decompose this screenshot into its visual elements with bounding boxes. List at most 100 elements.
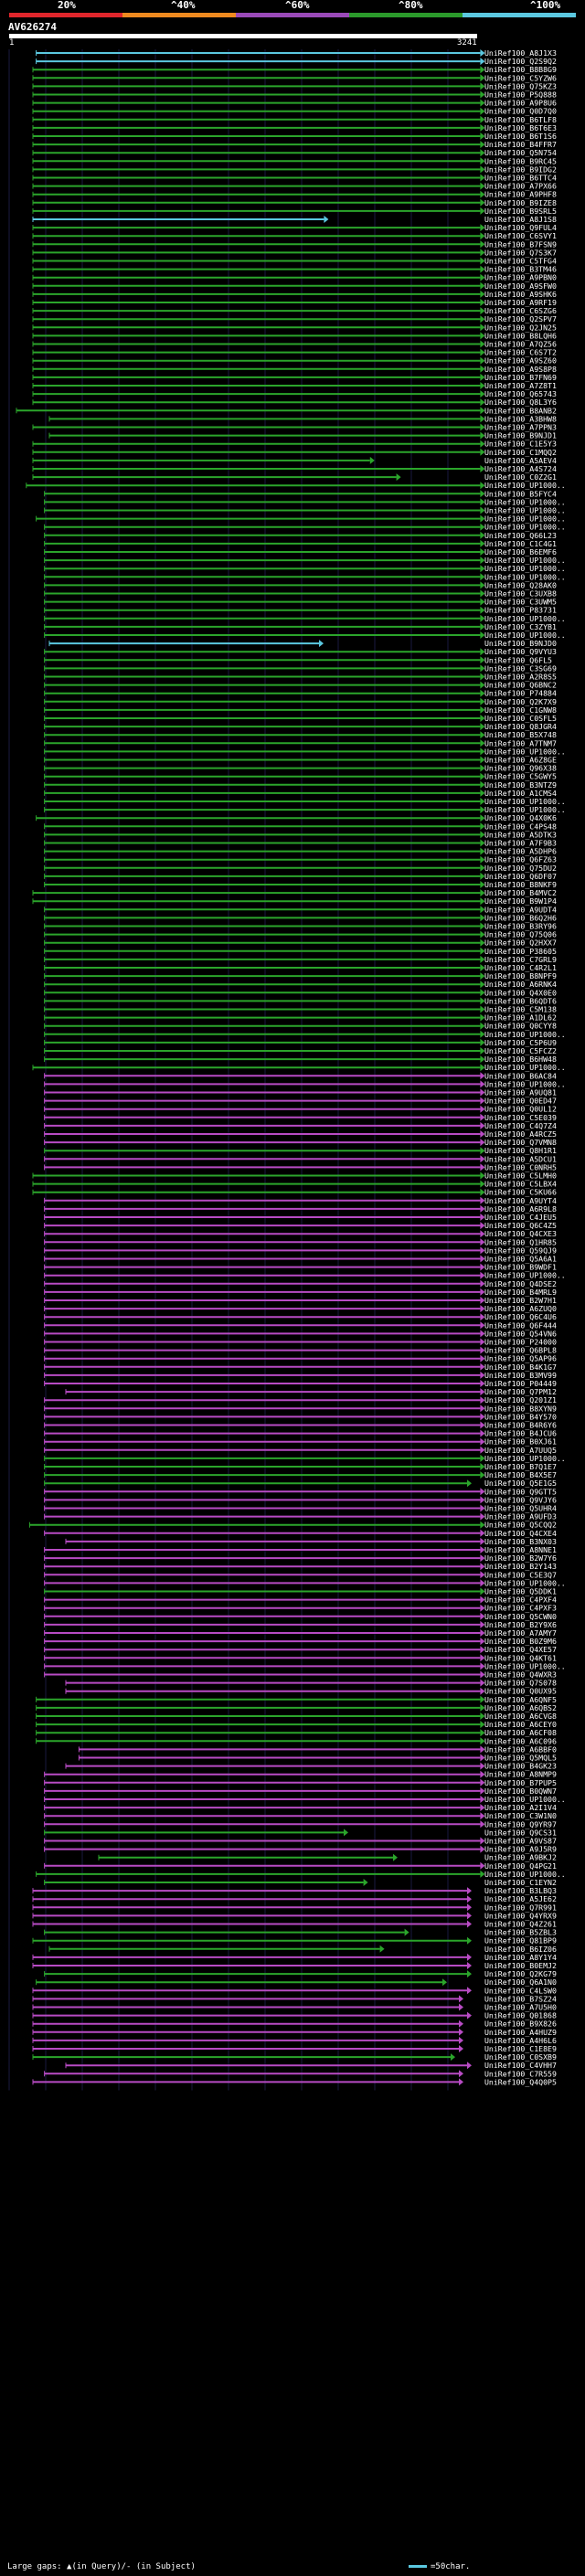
hit-row[interactable]: UniRef100_C4VHH7 [65, 2061, 557, 2070]
hit-row[interactable]: UniRef100_C4JEU5 [44, 1213, 557, 1222]
hit-row[interactable]: UniRef100_B9IDG2 [32, 164, 557, 174]
hit-row[interactable]: UniRef100_C5TFG4 [32, 257, 557, 266]
hit-row[interactable]: UniRef100_Q9GTT5 [44, 1487, 557, 1496]
hit-row[interactable]: UniRef100_B5X748 [44, 730, 557, 739]
hit-row[interactable]: UniRef100_Q6FZ63 [44, 855, 557, 864]
hit-row[interactable]: UniRef100_B4R6Y6 [44, 1421, 557, 1430]
hit-row[interactable]: UniRef100_B3TM46 [32, 265, 557, 274]
hit-row[interactable]: UniRef100_Q201Z1 [44, 1395, 557, 1405]
hit-row[interactable]: UniRef100_Q2S9Q2 [36, 57, 557, 66]
hit-row[interactable]: UniRef100_Q2K7X9 [44, 697, 557, 706]
hit-row[interactable]: UniRef100_A7UUQ5 [44, 1446, 557, 1455]
hit-row[interactable]: UniRef100_Q8L3Y6 [32, 398, 557, 407]
hit-row[interactable]: UniRef100_B6TTC4 [32, 174, 557, 183]
hit-row[interactable]: UniRef100_B6T1S6 [32, 132, 557, 141]
hit-row[interactable]: UniRef100_Q6A1N0 [36, 1977, 557, 1987]
hit-label[interactable]: UniRef100_Q4Q0P5 [484, 2077, 557, 2086]
hit-row[interactable]: UniRef100_C4R2L1 [44, 963, 557, 972]
hit-row[interactable]: UniRef100_A7PX66 [32, 182, 557, 191]
hit-row[interactable]: UniRef100_Q9VYU3 [44, 647, 557, 656]
hit-row[interactable]: UniRef100_B9NJD1 [48, 431, 557, 440]
hit-row[interactable]: UniRef100_P04449 [44, 1379, 557, 1388]
hit-row[interactable]: UniRef100_A6Z8GE [44, 756, 557, 765]
hit-row[interactable]: UniRef100_P83731 [44, 606, 557, 615]
hit-row[interactable]: UniRef100_Q7PM12 [65, 1387, 557, 1396]
hit-row[interactable]: UniRef100_C0SFL5 [44, 714, 557, 723]
hit-row[interactable]: UniRef100_Q9YR97 [44, 1819, 557, 1829]
hit-row[interactable]: UniRef100_Q28AK0 [44, 580, 557, 589]
hit-row[interactable]: UniRef100_C5LMH0 [32, 1171, 557, 1181]
hit-row[interactable]: UniRef100_C7GRL9 [44, 955, 557, 964]
hit-row[interactable]: UniRef100_C1GNW8 [44, 705, 557, 715]
hit-row[interactable]: UniRef100_A6CVG8 [36, 1712, 557, 1721]
hit-row[interactable]: UniRef100_A6C096 [36, 1736, 557, 1745]
hit-row[interactable]: UniRef100_Q0D7Q0 [32, 107, 557, 116]
hit-row[interactable]: UniRef100_A7Z8T1 [32, 381, 557, 390]
hit-row[interactable]: UniRef100_A8NMP9 [44, 1770, 557, 1779]
hit-row[interactable]: UniRef100_B6HW48 [44, 1055, 557, 1064]
hit-row[interactable]: UniRef100_B6T6E3 [32, 123, 557, 133]
hit-row[interactable]: UniRef100_Q6BPL8 [44, 1346, 557, 1355]
hit-row[interactable]: UniRef100_Q7S3K7 [32, 248, 557, 257]
hit-row[interactable]: UniRef100_C1E5Y3 [32, 440, 557, 449]
hit-row[interactable]: UniRef100_A8J1X3 [36, 48, 557, 58]
hit-row[interactable]: UniRef100_Q81BP9 [32, 1936, 557, 1945]
hit-row[interactable]: UniRef100_B8LQH6 [32, 331, 557, 340]
hit-row[interactable]: UniRef100_Q4DSE2 [44, 1279, 557, 1288]
hit-row[interactable]: UniRef100_C5E039 [44, 1113, 557, 1122]
hit-row[interactable]: UniRef100_B4FFR7 [32, 140, 557, 149]
hit-row[interactable]: UniRef100_C6SZG6 [32, 306, 557, 315]
hit-row[interactable]: UniRef100_B4MRL9 [44, 1288, 557, 1297]
hit-row[interactable]: UniRef100_C3UXB8 [44, 589, 557, 599]
hit-row[interactable]: UniRef100_Q9VJY6 [44, 1495, 557, 1504]
hit-row[interactable]: UniRef100_C4LSW0 [32, 1986, 557, 1995]
hit-row[interactable]: UniRef100_A3BHW8 [48, 414, 557, 423]
hit-row[interactable]: UniRef100_Q5UHR4 [44, 1504, 557, 1513]
hit-row[interactable]: UniRef100_Q4WXR3 [44, 1670, 557, 1680]
hit-row[interactable]: UniRef100_A8NNE1 [44, 1545, 557, 1554]
hit-row[interactable]: UniRef100_Q9CS31 [44, 1828, 557, 1837]
hit-row[interactable]: UniRef100_Q2KG79 [44, 1969, 557, 1978]
hit-row[interactable]: UniRef100_Q5N754 [32, 148, 557, 157]
hit-row[interactable]: UniRef100_Q65743 [32, 389, 557, 398]
hit-row[interactable]: UniRef100_B7SZ24 [32, 1994, 557, 2003]
hit-row[interactable]: UniRef100_B6TLF8 [32, 115, 557, 124]
hit-row[interactable]: UniRef100_Q01868 [32, 2011, 557, 2020]
hit-row[interactable]: UniRef100_A6QNF5 [36, 1695, 557, 1704]
hit-row[interactable]: UniRef100_Q1HR85 [44, 1237, 557, 1246]
hit-row[interactable]: UniRef100_A6QBS2 [36, 1703, 557, 1712]
hit-row[interactable]: UniRef100_A8Y1Y4 [32, 1953, 557, 1962]
hit-row[interactable]: UniRef100_Q7R991 [32, 1903, 557, 1912]
hit-row[interactable]: UniRef100_Q4KT61 [44, 1653, 557, 1662]
hit-row[interactable]: UniRef100_C3ZYB1 [44, 622, 557, 631]
hit-row[interactable]: UniRef100_Q4PG21 [44, 1861, 557, 1871]
hit-row[interactable]: UniRef100_B2W7Y6 [44, 1553, 557, 1563]
hit-row[interactable]: UniRef100_A2I1V4 [44, 1803, 557, 1812]
hit-row[interactable]: UniRef100_Q75DU2 [44, 864, 557, 873]
hit-row[interactable]: UniRef100_Q4Q0P5 [32, 2077, 557, 2086]
hit-row[interactable]: UniRef100_Q2JN25 [32, 323, 557, 332]
hit-row[interactable]: UniRef100_A7PPN3 [32, 423, 557, 432]
hit-row[interactable]: UniRef100_Q7VMN8 [44, 1138, 557, 1147]
hit-row[interactable]: UniRef100_A7U5H0 [32, 2003, 557, 2012]
hit-row[interactable]: UniRef100_B0QWN7 [44, 1786, 557, 1796]
hit-row[interactable]: UniRef100_Q5AP96 [44, 1354, 557, 1363]
hit-row[interactable]: UniRef100_A5AEV4 [32, 456, 557, 465]
hit-row[interactable]: UniRef100_Q4XE57 [44, 1645, 557, 1654]
hit-row[interactable]: UniRef100_A4HUZ9 [32, 2028, 557, 2037]
hit-row[interactable]: UniRef100_B8B8G9 [32, 65, 557, 74]
hit-row[interactable]: UniRef100_C5E3Q7 [44, 1570, 557, 1579]
hit-row[interactable]: UniRef100_C7R559 [44, 2069, 557, 2078]
hit-row[interactable]: UniRef100_C5LBX4 [32, 1180, 557, 1189]
hit-row[interactable]: UniRef100_C5KU66 [32, 1188, 557, 1197]
hit-row[interactable]: UniRef100_A1CMS4 [44, 789, 557, 798]
hit-row[interactable]: UniRef100_B2Y9X6 [44, 1620, 557, 1629]
hit-row[interactable]: UniRef100_C5FCZ2 [44, 1046, 557, 1055]
hit-row[interactable]: UniRef100_B6IZ06 [48, 1945, 557, 1954]
hit-row[interactable]: UniRef100_B0Z9M6 [44, 1637, 557, 1646]
hit-row[interactable]: UniRef100_Q4YRX9 [32, 1911, 557, 1920]
hit-row[interactable]: UniRef100_Q96X38 [44, 764, 557, 773]
hit-row[interactable]: UniRef100_B5ZBL3 [44, 1928, 557, 1937]
hit-row[interactable]: UniRef100_P38605 [44, 947, 557, 956]
hit-row[interactable]: UniRef100_A9UYT4 [44, 1196, 557, 1205]
